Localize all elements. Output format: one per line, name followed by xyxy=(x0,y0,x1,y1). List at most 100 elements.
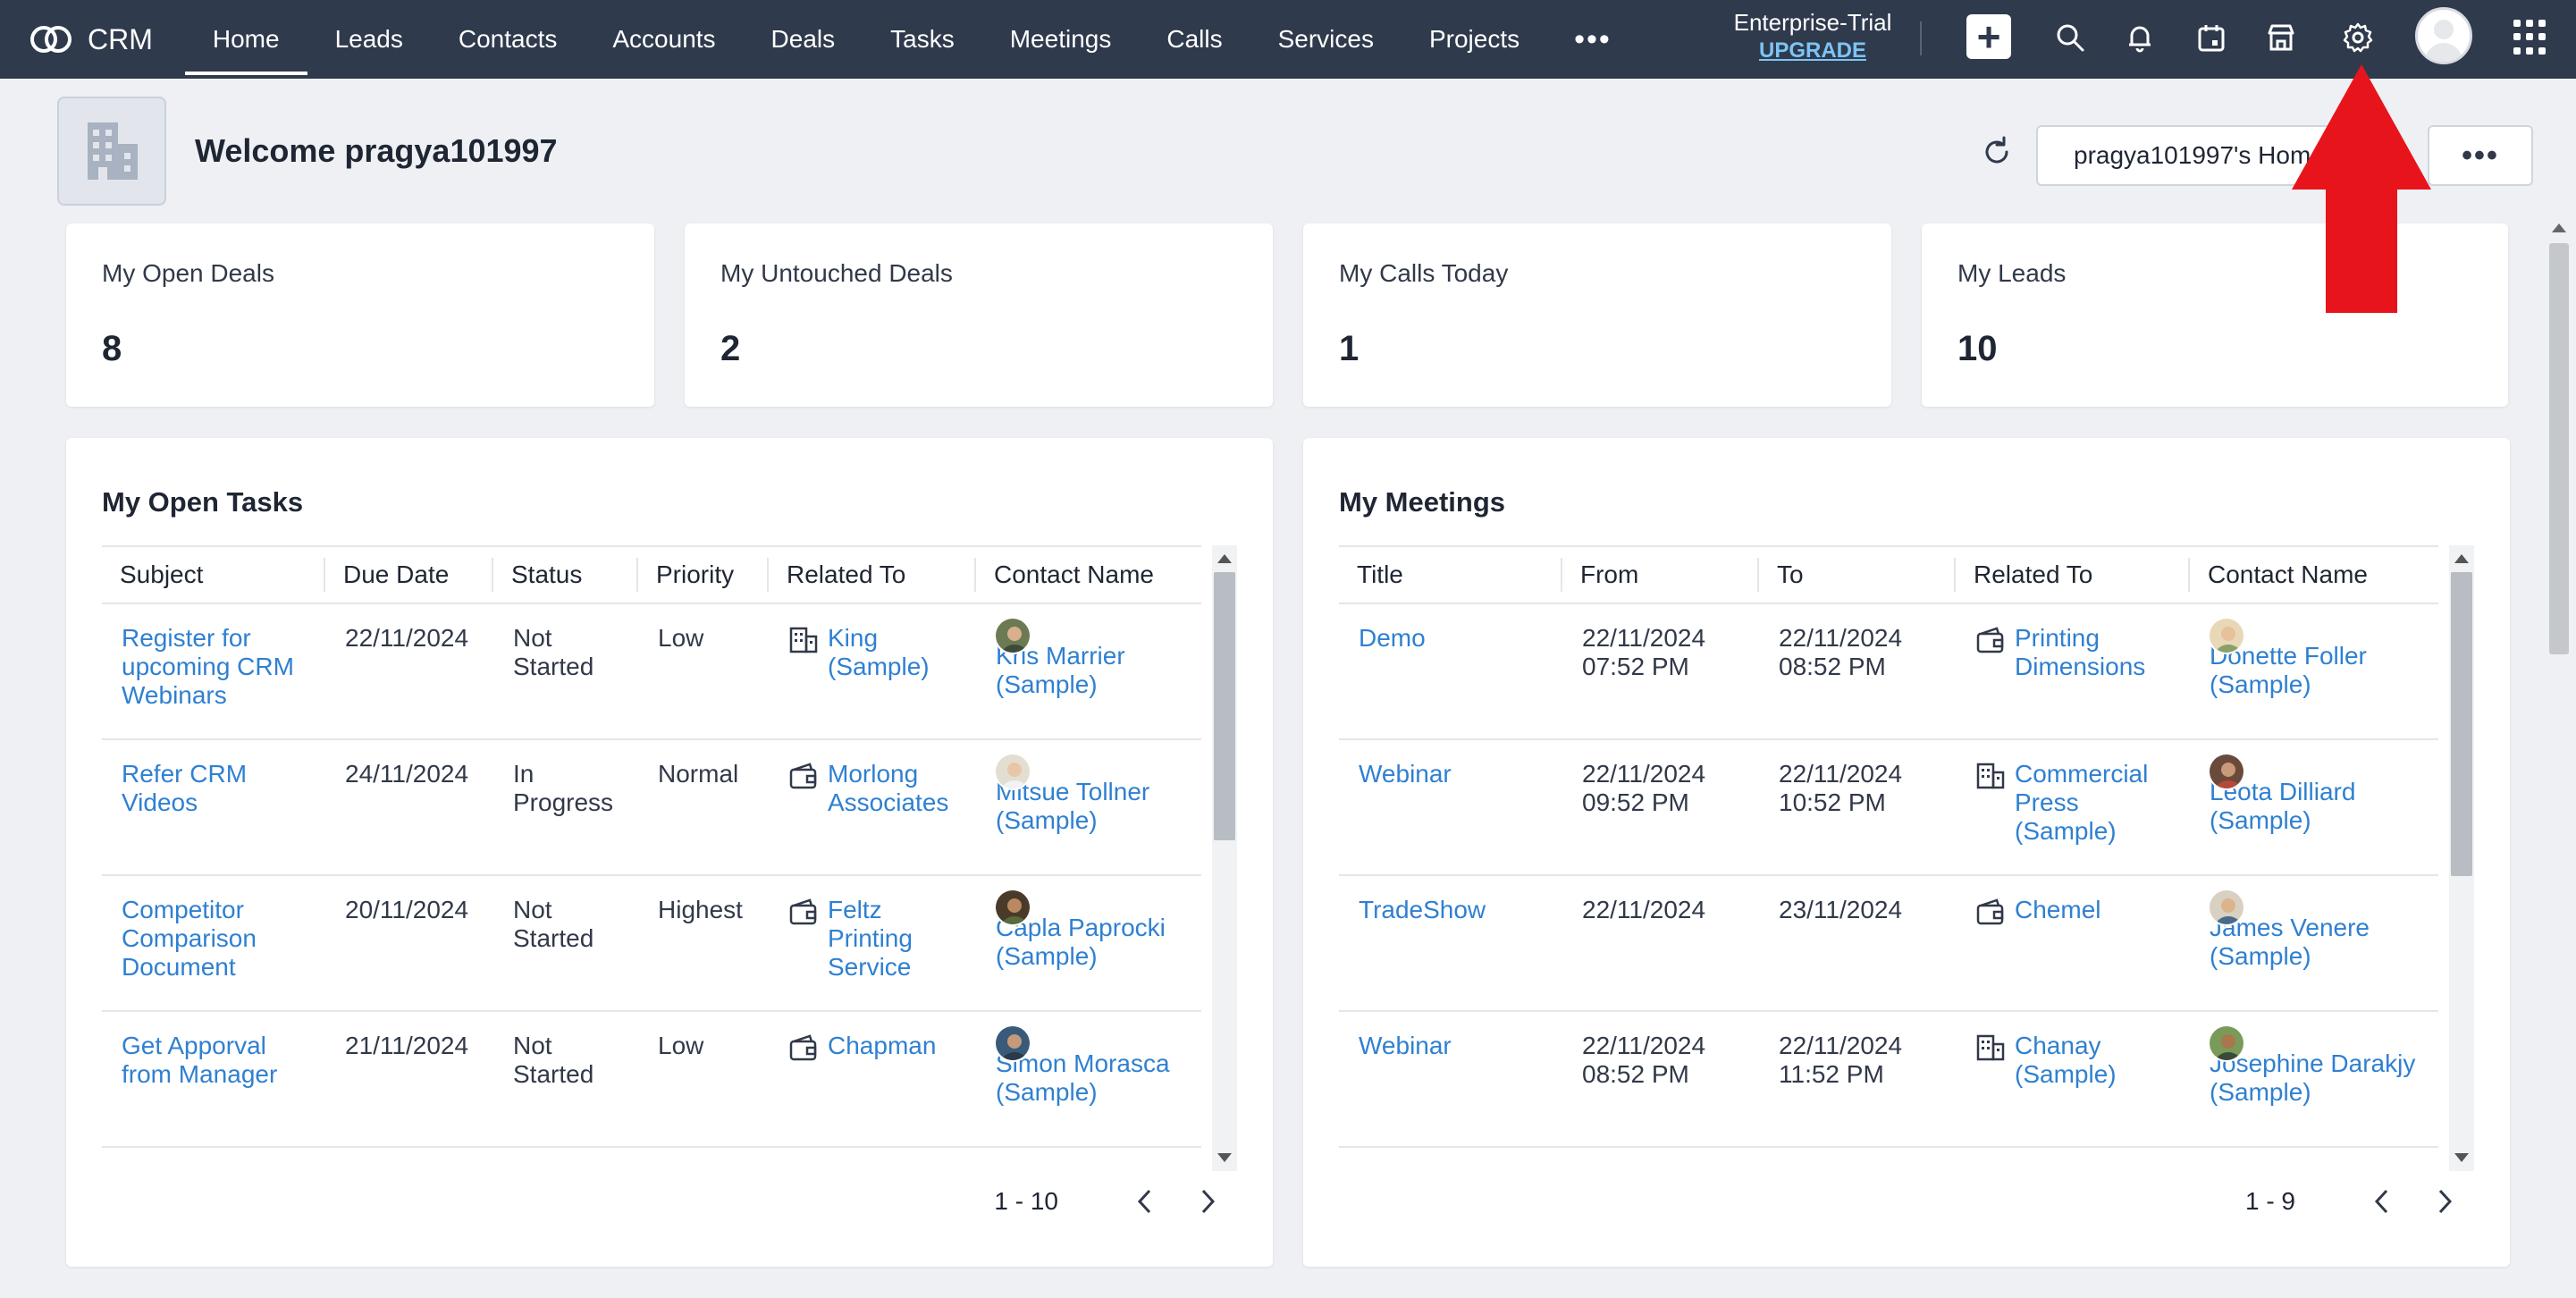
meeting-title-link[interactable]: Demo xyxy=(1359,624,1426,652)
table-row: Get Apporval from Manager 21/11/2024 Not… xyxy=(102,1011,1201,1148)
scroll-down-icon[interactable] xyxy=(1217,1153,1232,1162)
kpi-label: My Open Deals xyxy=(102,259,274,287)
column-header[interactable]: From xyxy=(1562,545,1759,604)
related-to-link[interactable]: Morlong Associates xyxy=(828,760,958,817)
due-date: 24/11/2024 xyxy=(325,739,493,876)
create-button[interactable]: + xyxy=(1966,14,2011,59)
settings-gear-icon[interactable] xyxy=(2338,18,2378,57)
related-to-link[interactable]: King (Sample) xyxy=(828,624,958,681)
tab-tasks[interactable]: Tasks xyxy=(863,0,982,79)
related-to-link[interactable]: Printing Dimensions xyxy=(2015,624,2172,681)
marketplace-icon[interactable] xyxy=(2261,18,2301,57)
column-header[interactable]: Subject xyxy=(102,545,325,604)
more-modules-button[interactable]: ••• xyxy=(1547,0,1638,79)
meeting-to: 23/11/2024 xyxy=(1759,875,1956,1012)
scroll-up-icon[interactable] xyxy=(2552,223,2566,232)
chevron-right-icon[interactable] xyxy=(2424,1181,2465,1222)
meeting-title-link[interactable]: Webinar xyxy=(1359,760,1452,788)
meetings-pagination: 1 - 9 xyxy=(2245,1181,2465,1222)
meeting-to: 22/11/2024 08:52 PM xyxy=(1759,603,1956,740)
bell-icon[interactable] xyxy=(2120,18,2159,57)
contact-name-link[interactable]: Josephine Darakjy (Sample) xyxy=(2210,1049,2415,1106)
column-header[interactable]: Contact Name xyxy=(2190,545,2438,604)
related-to-link[interactable]: Chemel xyxy=(2015,896,2100,924)
tasks-scrollbar[interactable] xyxy=(1212,545,1237,1171)
chevron-right-icon[interactable] xyxy=(1187,1181,1228,1222)
scroll-down-icon[interactable] xyxy=(2454,1153,2469,1162)
column-header[interactable]: Related To xyxy=(1956,545,2190,604)
meetings-table-container: Title From To Related To Contact Name De… xyxy=(1339,545,2474,1171)
tab-accounts[interactable]: Accounts xyxy=(585,0,743,79)
meeting-title-link[interactable]: TradeShow xyxy=(1359,896,1486,923)
related-to-link[interactable]: Feltz Printing Service xyxy=(828,896,958,982)
chevron-left-icon[interactable] xyxy=(1124,1181,1166,1222)
page-scrollbar[interactable] xyxy=(2546,218,2572,1298)
tab-projects[interactable]: Projects xyxy=(1402,0,1547,79)
refresh-icon[interactable] xyxy=(1979,134,2018,173)
tab-deals[interactable]: Deals xyxy=(744,0,863,79)
contact-avatar xyxy=(2208,889,2245,926)
tab-services[interactable]: Services xyxy=(1250,0,1402,79)
tab-contacts[interactable]: Contacts xyxy=(431,0,585,79)
related-to-link[interactable]: Chanay (Sample) xyxy=(2015,1032,2172,1089)
task-priority: Highest xyxy=(638,875,769,1012)
upgrade-link[interactable]: UPGRADE xyxy=(1723,38,1902,63)
brand[interactable]: CRM xyxy=(29,0,153,79)
scroll-thumb[interactable] xyxy=(2451,572,2472,876)
related-to-link[interactable]: Chapman xyxy=(828,1032,936,1060)
column-header[interactable]: Title xyxy=(1339,545,1562,604)
tasks-table-container: Subject Due Date Status Priority Related… xyxy=(102,545,1237,1171)
kpi-label: My Calls Today xyxy=(1339,259,1509,287)
task-priority: Low xyxy=(638,1011,769,1148)
tab-leads[interactable]: Leads xyxy=(307,0,431,79)
task-status: Not Started xyxy=(493,1011,638,1148)
kpi-card-untouched-deals[interactable]: My Untouched Deals 2 xyxy=(685,223,1273,407)
crm-logo-icon xyxy=(29,21,73,57)
calendar-icon[interactable] xyxy=(2192,18,2231,57)
task-status: In Progress xyxy=(493,739,638,876)
task-status: Not Started xyxy=(493,603,638,740)
column-header[interactable]: Related To xyxy=(769,545,976,604)
column-header[interactable]: Contact Name xyxy=(976,545,1201,604)
column-header[interactable]: Status xyxy=(493,545,638,604)
tasks-pagination: 1 - 10 xyxy=(994,1181,1228,1222)
tab-meetings[interactable]: Meetings xyxy=(982,0,1140,79)
wallet-icon xyxy=(1976,627,2004,653)
page-range: 1 - 10 xyxy=(994,1187,1058,1215)
meeting-from: 22/11/2024 08:52 PM xyxy=(1562,1011,1759,1148)
kpi-card-calls-today[interactable]: My Calls Today 1 xyxy=(1303,223,1891,407)
table-header-row: Title From To Related To Contact Name xyxy=(1339,545,2438,604)
scroll-thumb[interactable] xyxy=(2549,243,2569,654)
search-icon[interactable] xyxy=(2050,18,2090,57)
meetings-panel: My Meetings Title From To Related To Con… xyxy=(1303,438,2510,1267)
column-header[interactable]: To xyxy=(1759,545,1956,604)
home-view-selector[interactable]: pragya101997's Home xyxy=(2036,125,2331,186)
tab-calls[interactable]: Calls xyxy=(1139,0,1250,79)
chevron-left-icon[interactable] xyxy=(2361,1181,2403,1222)
app-launcher-icon[interactable] xyxy=(2513,20,2549,55)
user-avatar[interactable] xyxy=(2415,7,2472,64)
meetings-table: Title From To Related To Contact Name De… xyxy=(1339,545,2438,1148)
open-tasks-panel: My Open Tasks Subject Due Date Status Pr… xyxy=(66,438,1273,1267)
table-row: Demo 22/11/2024 07:52 PM 22/11/2024 08:5… xyxy=(1339,603,2438,740)
meetings-scrollbar[interactable] xyxy=(2449,545,2474,1171)
table-row: TradeShow 22/11/2024 23/11/2024 Chemel J… xyxy=(1339,875,2438,1012)
column-header[interactable]: Due Date xyxy=(325,545,493,604)
task-subject-link[interactable]: Refer CRM Videos xyxy=(122,760,247,816)
org-logo-icon[interactable] xyxy=(57,97,166,206)
scroll-up-icon[interactable] xyxy=(1217,554,1232,563)
task-subject-link[interactable]: Get Apporval from Manager xyxy=(122,1032,277,1088)
kpi-card-open-deals[interactable]: My Open Deals 8 xyxy=(66,223,654,407)
tab-home[interactable]: Home xyxy=(184,0,307,79)
trial-label: Enterprise-Trial xyxy=(1733,9,1892,36)
header-more-button[interactable]: ••• xyxy=(2428,125,2533,186)
scroll-thumb[interactable] xyxy=(1214,572,1235,840)
scroll-up-icon[interactable] xyxy=(2454,554,2469,563)
kpi-value: 8 xyxy=(102,329,122,368)
task-subject-link[interactable]: Register for upcoming CRM Webinars xyxy=(122,624,294,709)
related-to-link[interactable]: Commercial Press (Sample) xyxy=(2015,760,2172,846)
task-subject-link[interactable]: Competitor Comparison Document xyxy=(122,896,257,981)
column-header[interactable]: Priority xyxy=(638,545,769,604)
meeting-title-link[interactable]: Webinar xyxy=(1359,1032,1452,1059)
panel-title: My Meetings xyxy=(1339,486,1506,518)
